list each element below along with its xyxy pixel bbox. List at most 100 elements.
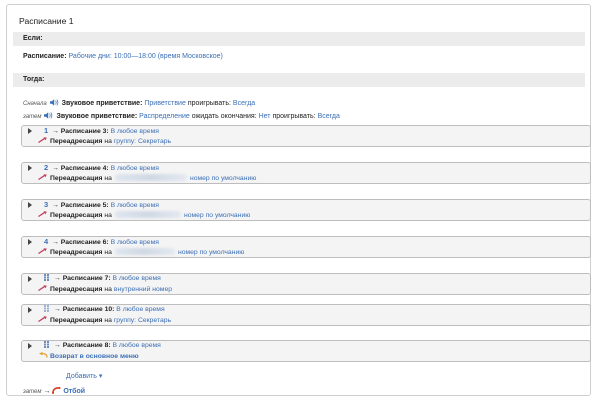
expand-icon[interactable]	[28, 276, 32, 282]
speaker-icon	[49, 99, 58, 106]
forward-arrow-icon	[38, 285, 47, 291]
rule-1[interactable]: 1 → Расписание 3: В любое время Переадре…	[21, 125, 591, 147]
rule-target-link[interactable]: номер по умолчанию	[190, 175, 256, 182]
wait-mode-link[interactable]: Нет	[259, 113, 271, 120]
rule-target-link[interactable]: группу: Секретарь	[114, 138, 171, 145]
rule-action: Переадресация	[50, 286, 103, 293]
expand-icon[interactable]	[28, 307, 32, 313]
action-label: Звуковое приветствие:	[56, 113, 138, 120]
return-menu-link[interactable]: Возврат в основное меню	[50, 353, 139, 360]
rule-schedule: Расписание 5:	[60, 202, 109, 209]
expand-icon[interactable]	[28, 165, 32, 171]
drag-handle-icon[interactable]	[44, 305, 52, 312]
redacted-number	[114, 174, 187, 181]
drag-handle-icon[interactable]	[44, 341, 52, 348]
rule-action: Переадресация	[50, 138, 103, 145]
rule-preposition: на	[104, 175, 112, 182]
condition-link[interactable]: Рабочие дни: 10:00—18:00	[68, 53, 155, 60]
rule-6[interactable]: → Расписание 10: В любое время Переадрес…	[21, 304, 591, 326]
condition-line: Расписание: Рабочие дни: 10:00—18:00 (вр…	[23, 53, 223, 60]
expand-icon[interactable]	[28, 343, 32, 349]
rule-time-link[interactable]: В любое время	[111, 165, 159, 172]
rule-target-link[interactable]: группу: Секретарь	[114, 317, 171, 324]
forward-arrow-icon	[38, 248, 47, 254]
forward-arrow-icon	[38, 137, 47, 143]
schedule-card: Расписание 1 Если: Расписание: Рабочие д…	[6, 4, 591, 396]
rule-target-link[interactable]: номер по умолчанию	[184, 212, 250, 219]
rule-preposition: на	[104, 317, 112, 324]
rule-time-link[interactable]: В любое время	[111, 239, 159, 246]
then-band: Тогда:	[13, 73, 585, 87]
greeting-link[interactable]: Приветствие	[144, 100, 186, 107]
rule-preposition: на	[104, 138, 112, 145]
arrow-glyph: →	[52, 239, 59, 246]
rule-2[interactable]: 2 → Расписание 4: В любое время Переадре…	[21, 162, 591, 184]
rule-target-link[interactable]: внутренний номер	[114, 286, 172, 293]
wait-label: ожидать окончания:	[191, 113, 257, 120]
action-greeting-2: затем Звуковое приветствие: Распределение…	[23, 112, 340, 120]
arrow-glyph: →	[52, 128, 59, 135]
rule-preposition: на	[104, 286, 112, 293]
then-label: Тогда:	[23, 76, 45, 83]
rule-preposition: на	[104, 212, 112, 219]
if-label: Если:	[23, 35, 43, 42]
rule-schedule: Расписание 4:	[60, 165, 109, 172]
final-action: затем → Отбой	[23, 387, 85, 395]
rule-4[interactable]: 4 → Расписание 6: В любое время Переадре…	[21, 236, 591, 258]
rule-number: 3	[44, 200, 49, 209]
rule-number: 2	[44, 163, 49, 172]
rule-schedule: Расписание 3:	[60, 128, 109, 135]
hangup-icon	[52, 387, 61, 394]
rule-number: 1	[44, 126, 49, 135]
action-prefix: затем	[23, 114, 42, 120]
arrow-glyph: →	[54, 275, 61, 282]
rule-target-link[interactable]: номер по умолчанию	[178, 249, 244, 256]
forward-arrow-icon	[38, 211, 47, 217]
action-label: Звуковое приветствие:	[61, 100, 143, 107]
hangup-link[interactable]: Отбой	[63, 388, 85, 395]
rule-action: Переадресация	[50, 212, 103, 219]
rule-time-link[interactable]: В любое время	[111, 202, 159, 209]
return-arrow-icon	[39, 352, 48, 358]
rule-number: 4	[44, 237, 49, 246]
redacted-number	[114, 248, 175, 255]
rule-action: Переадресация	[50, 317, 103, 324]
distribution-link[interactable]: Распределение	[139, 113, 190, 120]
arrow-glyph: →	[52, 165, 59, 172]
condition-label: Расписание:	[23, 53, 67, 60]
play-mode-link[interactable]: Всегда	[233, 100, 255, 107]
if-band: Если:	[13, 32, 585, 46]
forward-arrow-icon	[38, 174, 47, 180]
schedule-title: Расписание 1	[19, 16, 74, 26]
arrow-glyph: →	[54, 342, 61, 349]
rule-time-link[interactable]: В любое время	[113, 275, 161, 282]
add-button[interactable]: Добавить ▾	[66, 372, 102, 380]
redacted-number	[114, 211, 181, 218]
rule-action: Переадресация	[50, 249, 103, 256]
expand-icon[interactable]	[28, 128, 32, 134]
drag-handle-icon[interactable]	[44, 274, 52, 281]
expand-icon[interactable]	[28, 239, 32, 245]
rule-time-link[interactable]: В любое время	[116, 306, 164, 313]
rule-7[interactable]: → Расписание 8: В любое время Возврат в …	[21, 340, 591, 362]
rule-preposition: на	[104, 249, 112, 256]
play-mode-link[interactable]: Всегда	[318, 113, 340, 120]
arrow-glyph: →	[52, 202, 59, 209]
final-prefix: затем	[23, 389, 42, 395]
action-greeting-1: Сначала Звуковое приветствие: Приветствие…	[23, 99, 255, 107]
play-label: проигрывать:	[187, 100, 231, 107]
forward-arrow-icon	[38, 316, 47, 322]
rule-time-link[interactable]: В любое время	[111, 128, 159, 135]
play-label: проигрывать:	[272, 113, 316, 120]
rule-schedule: Расписание 6:	[60, 239, 109, 246]
rule-5[interactable]: → Расписание 7: В любое время Переадреса…	[21, 273, 591, 295]
rule-3[interactable]: 3 → Расписание 5: В любое время Переадре…	[21, 199, 591, 221]
condition-tz[interactable]: (время Московское)	[158, 53, 223, 60]
rule-schedule: Расписание 8:	[62, 342, 111, 349]
arrow-glyph: →	[54, 306, 61, 313]
speaker-icon	[44, 112, 53, 119]
expand-icon[interactable]	[28, 202, 32, 208]
rule-schedule: Расписание 10:	[62, 306, 115, 313]
action-prefix: Сначала	[23, 101, 47, 107]
rule-time-link[interactable]: В любое время	[113, 342, 161, 349]
